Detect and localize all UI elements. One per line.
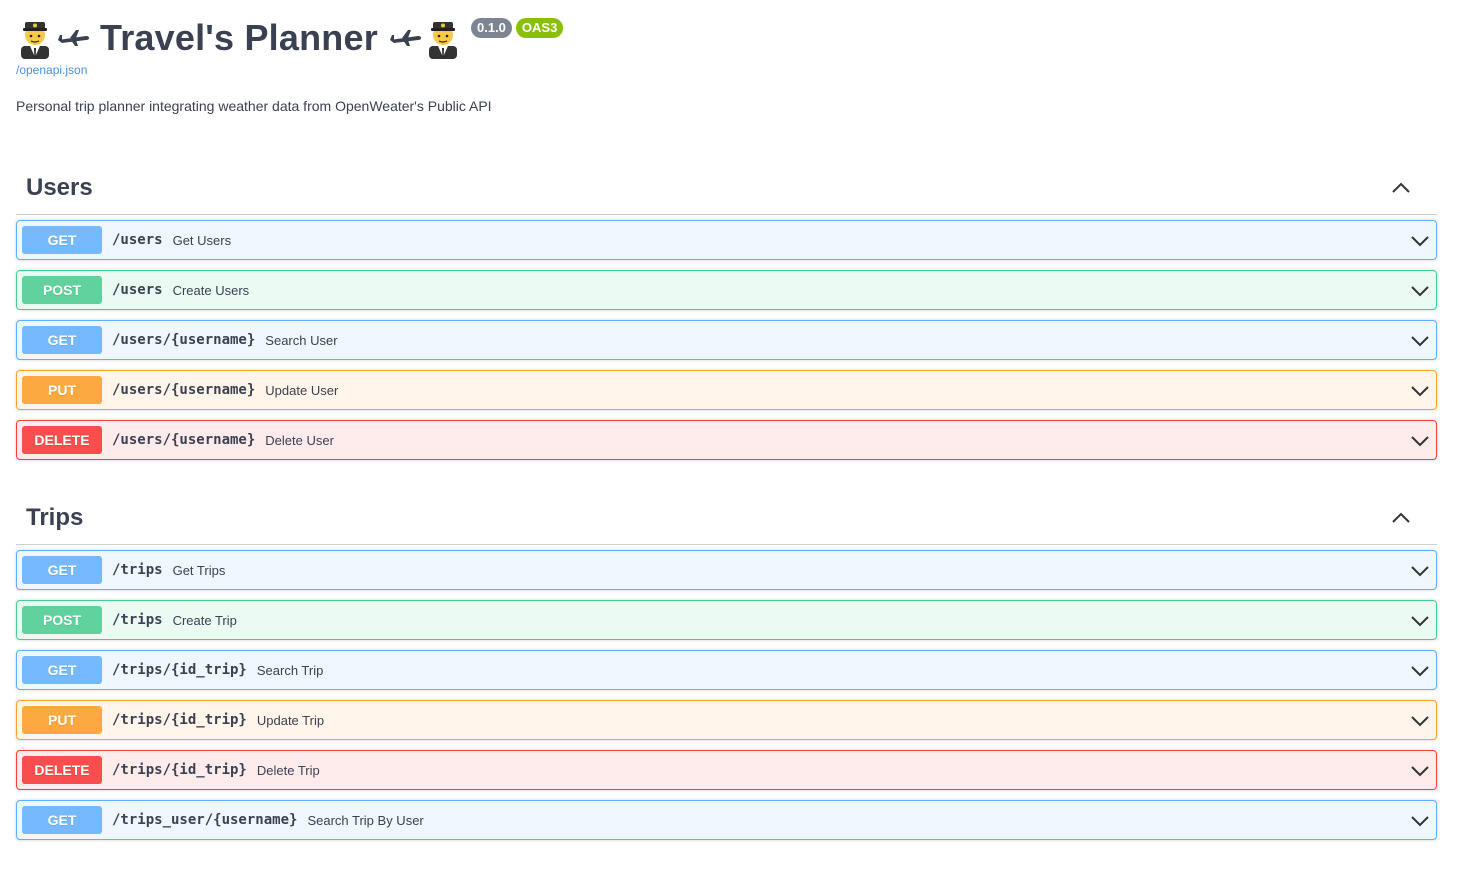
airplane-icon (56, 28, 90, 48)
chevron-down-icon[interactable] (1410, 611, 1430, 631)
chevron-up-icon[interactable] (1391, 178, 1411, 198)
chevron-down-icon[interactable] (1410, 661, 1430, 681)
operation-summary: Delete User (265, 432, 334, 448)
chevron-down-icon[interactable] (1410, 561, 1430, 581)
chevron-down-icon[interactable] (1410, 431, 1430, 451)
operations-list: GET /users Get Users POST /users Create … (16, 220, 1437, 460)
method-badge: GET (22, 556, 102, 584)
operation-path: /trips/{id_trip} (112, 712, 247, 728)
chevron-down-icon[interactable] (1410, 331, 1430, 351)
operation-path: /users (112, 282, 163, 298)
operation-summary: Delete Trip (256, 762, 320, 778)
chevron-down-icon[interactable] (1410, 281, 1430, 301)
method-badge: POST (22, 606, 102, 634)
method-badge: POST (22, 276, 102, 304)
chevron-down-icon[interactable] (1410, 811, 1430, 831)
tag-title: Trips (26, 504, 84, 531)
operations-list: GET /trips Get Trips POST /trips Create … (16, 550, 1437, 840)
method-badge: DELETE (22, 426, 102, 454)
chevron-down-icon[interactable] (1410, 761, 1430, 781)
version-badge: 0.1.0 (471, 18, 512, 38)
method-badge: PUT (22, 376, 102, 404)
operation-delete-user[interactable]: DELETE /users/{username} Delete User (16, 420, 1437, 460)
chevron-up-icon[interactable] (1391, 508, 1411, 528)
page-title: Travel's Planner (100, 17, 378, 58)
operation-post-users[interactable]: POST /users Create Users (16, 270, 1437, 310)
operation-summary: Search Trip (256, 662, 324, 678)
pilot-emoji-icon (18, 17, 52, 59)
operation-put-user[interactable]: PUT /users/{username} Update User (16, 370, 1437, 410)
operation-get-trips-by-user[interactable]: GET /trips_user/{username} Search Trip B… (16, 800, 1437, 840)
tag-header-users[interactable]: Users (16, 162, 1437, 215)
operation-summary: Create Users (172, 282, 250, 298)
operation-path: /trips_user/{username} (112, 812, 298, 828)
operation-get-trip-by-id[interactable]: GET /trips/{id_trip} Search Trip (16, 650, 1437, 690)
operation-path: /trips (112, 612, 163, 628)
method-badge: PUT (22, 706, 102, 734)
openapi-json-link[interactable]: /openapi.json (16, 63, 87, 77)
operation-summary: Create Trip (172, 612, 237, 628)
operation-path: /users (112, 232, 163, 248)
version-badges: 0.1.0 OAS3 (471, 18, 564, 38)
method-badge: GET (22, 326, 102, 354)
chevron-down-icon[interactable] (1410, 231, 1430, 251)
operation-get-trips[interactable]: GET /trips Get Trips (16, 550, 1437, 590)
operation-path: /trips/{id_trip} (112, 662, 247, 678)
operation-get-users[interactable]: GET /users Get Users (16, 220, 1437, 260)
chevron-down-icon[interactable] (1410, 711, 1430, 731)
title-row: Travel's Planner (18, 14, 460, 62)
operation-delete-trip[interactable]: DELETE /trips/{id_trip} Delete Trip (16, 750, 1437, 790)
tag-header-trips[interactable]: Trips (16, 492, 1437, 545)
tag-section-trips: Trips GET /trips Get Trips POST /trips C… (16, 492, 1437, 850)
operation-put-trip[interactable]: PUT /trips/{id_trip} Update Trip (16, 700, 1437, 740)
operation-post-trips[interactable]: POST /trips Create Trip (16, 600, 1437, 640)
operation-get-user-by-username[interactable]: GET /users/{username} Search User (16, 320, 1437, 360)
oas-badge: OAS3 (515, 18, 564, 38)
method-badge: GET (22, 226, 102, 254)
tag-title: Users (26, 174, 93, 201)
pilot-emoji-icon (426, 17, 460, 59)
operation-summary: Update Trip (256, 712, 325, 728)
operation-path: /users/{username} (112, 332, 256, 348)
operation-summary: Update User (265, 382, 339, 398)
airplane-icon (388, 28, 422, 48)
operation-summary: Search User (265, 332, 338, 348)
operation-summary: Get Users (172, 232, 232, 248)
method-badge: GET (22, 656, 102, 684)
chevron-down-icon[interactable] (1410, 381, 1430, 401)
operation-path: /trips (112, 562, 163, 578)
operation-path: /users/{username} (112, 432, 256, 448)
tag-section-users: Users GET /users Get Users POST /users C… (16, 162, 1437, 470)
operation-summary: Search Trip By User (307, 812, 424, 828)
method-badge: DELETE (22, 756, 102, 784)
operation-path: /trips/{id_trip} (112, 762, 247, 778)
method-badge: GET (22, 806, 102, 834)
operation-path: /users/{username} (112, 382, 256, 398)
api-description: Personal trip planner integrating weathe… (16, 98, 492, 114)
operation-summary: Get Trips (172, 562, 226, 578)
